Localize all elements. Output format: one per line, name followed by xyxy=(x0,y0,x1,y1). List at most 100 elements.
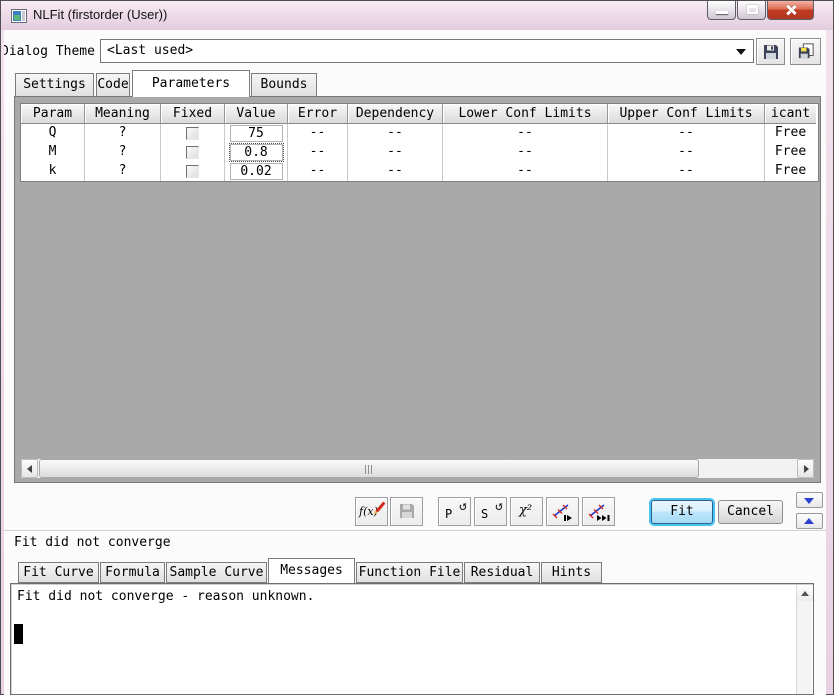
error-cell: -- xyxy=(288,124,348,143)
chevron-down-icon[interactable] xyxy=(736,49,746,55)
value-cell[interactable]: 0.02 xyxy=(225,162,288,181)
significant-cell[interactable]: Free xyxy=(765,124,816,143)
tab-function-file[interactable]: Function File xyxy=(356,562,463,583)
meaning-cell[interactable]: ? xyxy=(85,124,161,143)
scroll-up-button[interactable] xyxy=(797,585,813,601)
collapse-dialog-button[interactable] xyxy=(796,492,823,508)
column-header-lower-conf: Lower Conf Limits xyxy=(443,104,608,124)
fit-one-iteration-icon xyxy=(552,504,572,521)
arrow-up-icon xyxy=(804,518,814,524)
error-cell: -- xyxy=(288,162,348,181)
window-frame: NLFit (firstorder (User)) Dialog Theme <… xyxy=(0,0,834,695)
fixed-cell[interactable] xyxy=(161,143,225,162)
expand-dialog-button[interactable] xyxy=(796,513,823,529)
tab-residual[interactable]: Residual xyxy=(464,562,540,583)
theme-combobox-value: <Last used> xyxy=(107,43,194,58)
error-cell: -- xyxy=(288,143,348,162)
horizontal-scrollbar[interactable] xyxy=(21,459,814,478)
window-title: NLFit (firstorder (User)) xyxy=(33,7,168,22)
tab-bounds[interactable]: Bounds xyxy=(251,73,317,96)
value-cell[interactable]: 0.8 xyxy=(225,143,288,162)
save-icon xyxy=(400,504,414,518)
dependency-cell: -- xyxy=(348,143,443,162)
table-row: k ? 0.02 -- -- -- -- Free xyxy=(21,162,818,181)
tab-formula[interactable]: Formula xyxy=(100,562,165,583)
arrow-up-icon xyxy=(801,591,809,596)
save-theme-button[interactable] xyxy=(756,38,785,65)
save-copy-icon xyxy=(798,43,814,59)
save-icon xyxy=(764,45,778,59)
messages-text-area[interactable]: Fit did not converge - reason unknown. xyxy=(10,583,814,695)
fixed-checkbox[interactable] xyxy=(186,146,199,159)
lower-conf-cell: -- xyxy=(443,124,608,143)
scroll-left-button[interactable] xyxy=(21,459,38,478)
fixed-checkbox[interactable] xyxy=(186,127,199,140)
vertical-scrollbar[interactable] xyxy=(796,585,813,694)
upper-conf-cell: -- xyxy=(608,143,765,162)
tab-messages[interactable]: Messages xyxy=(268,558,355,583)
edit-function-button[interactable]: f(x) xyxy=(355,497,388,526)
message-text: Fit did not converge - reason unknown. xyxy=(17,589,315,604)
upper-conf-cell: -- xyxy=(608,162,765,181)
tab-code[interactable]: Code xyxy=(96,73,130,96)
fixed-cell[interactable] xyxy=(161,162,225,181)
tab-hints[interactable]: Hints xyxy=(541,562,602,583)
value-input[interactable]: 0.02 xyxy=(229,163,283,180)
significant-cell[interactable]: Free xyxy=(765,162,816,181)
column-header-dependency: Dependency xyxy=(348,104,443,124)
meaning-cell[interactable]: ? xyxy=(85,162,161,181)
undo-arrow-icon: ↺ xyxy=(495,499,503,514)
table-row: M ? 0.8 -- -- -- -- Free xyxy=(21,143,818,162)
value-input-focused[interactable]: 0.8 xyxy=(228,143,284,162)
tab-settings[interactable]: Settings xyxy=(15,73,94,96)
param-name-cell: Q xyxy=(21,124,85,143)
save-fit-button[interactable] xyxy=(390,497,423,526)
fit-one-iteration-button[interactable] xyxy=(546,497,579,526)
parameters-panel: Param Meaning Fixed Value Error Dependen… xyxy=(14,96,821,483)
fit-button[interactable]: Fit xyxy=(651,500,713,524)
reset-p-label: P xyxy=(445,507,453,521)
param-name-cell: k xyxy=(21,162,85,181)
fixed-cell[interactable] xyxy=(161,124,225,143)
dependency-cell: -- xyxy=(348,162,443,181)
chi-square-button[interactable]: χ² xyxy=(510,497,543,526)
minimize-button[interactable] xyxy=(707,1,736,20)
table-header-row: Param Meaning Fixed Value Error Dependen… xyxy=(21,104,818,124)
fixed-checkbox[interactable] xyxy=(186,165,199,178)
tab-fit-curve[interactable]: Fit Curve xyxy=(18,562,99,583)
arrow-down-icon xyxy=(804,498,814,504)
lower-conf-cell: -- xyxy=(443,143,608,162)
chi-square-icon: χ² xyxy=(519,503,533,518)
scroll-right-button[interactable] xyxy=(797,459,814,478)
value-input[interactable]: 75 xyxy=(229,125,283,142)
minimize-icon xyxy=(716,11,728,14)
dialog-theme-label: Dialog Theme xyxy=(4,44,95,59)
reset-settings-button[interactable]: S ↺ xyxy=(474,497,507,526)
column-header-param: Param xyxy=(21,104,85,124)
undo-arrow-icon: ↺ xyxy=(459,499,467,514)
close-button[interactable] xyxy=(767,1,814,20)
scrollbar-thumb[interactable] xyxy=(39,459,699,478)
cancel-button[interactable]: Cancel xyxy=(718,500,783,524)
footer-divider xyxy=(4,530,826,531)
column-header-upper-conf: Upper Conf Limits xyxy=(608,104,765,124)
tab-parameters[interactable]: Parameters xyxy=(132,70,250,97)
reset-parameters-button[interactable]: P ↺ xyxy=(438,497,471,526)
text-cursor xyxy=(14,624,23,644)
fit-until-converged-button[interactable] xyxy=(582,497,615,526)
arrow-right-icon xyxy=(804,465,809,473)
significant-cell[interactable]: Free xyxy=(765,143,816,162)
maximize-icon xyxy=(747,5,758,14)
tab-sample-curve[interactable]: Sample Curve xyxy=(166,562,267,583)
meaning-cell[interactable]: ? xyxy=(85,143,161,162)
table-row: Q ? 75 -- -- -- -- Free xyxy=(21,124,818,143)
thumb-grip-icon xyxy=(365,465,373,474)
save-theme-as-button[interactable] xyxy=(790,38,821,65)
param-name-cell: M xyxy=(21,143,85,162)
maximize-button[interactable] xyxy=(737,1,766,20)
theme-combobox[interactable]: <Last used> xyxy=(100,39,754,63)
value-cell[interactable]: 75 xyxy=(225,124,288,143)
title-bar[interactable]: NLFit (firstorder (User)) xyxy=(1,1,833,30)
status-text: Fit did not converge xyxy=(14,535,171,550)
app-icon xyxy=(11,9,27,23)
